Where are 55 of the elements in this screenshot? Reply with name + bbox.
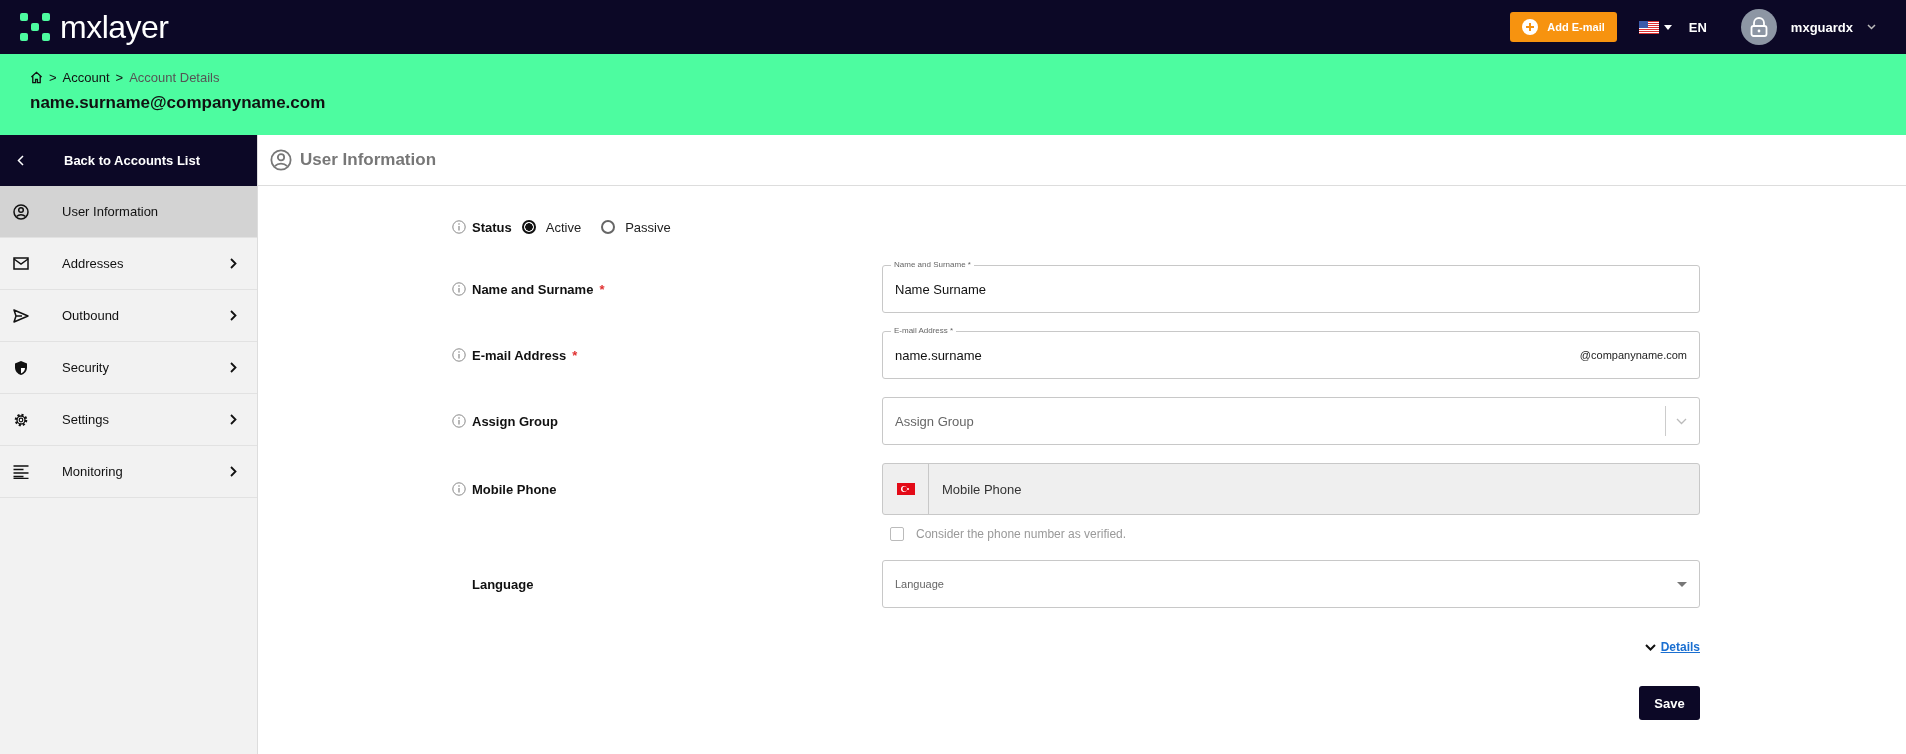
chevron-left-icon <box>17 155 24 166</box>
radio-option[interactable]: Active <box>521 219 582 235</box>
field-label: Mobile Phone <box>472 481 557 497</box>
breadcrumb-item[interactable]: Account <box>62 70 110 85</box>
info-icon[interactable] <box>452 348 466 362</box>
shield-icon <box>13 359 29 376</box>
field-label: Assign Group <box>472 413 558 429</box>
language-select[interactable]: Language <box>882 560 1700 608</box>
user-circle-icon <box>13 203 29 220</box>
user-name[interactable]: mxguardx <box>1790 19 1853 35</box>
gear-icon <box>13 411 29 428</box>
caret-icon[interactable] <box>1663 24 1672 30</box>
home-icon[interactable] <box>30 71 43 84</box>
user-circle-icon <box>270 149 292 171</box>
domain-suffix: @companyname.com <box>1579 349 1687 361</box>
field-label: Language <box>472 576 534 592</box>
save-button[interactable]: Save <box>1639 686 1700 720</box>
avatar-lock-icon[interactable] <box>1740 9 1777 45</box>
plus-circle-icon <box>1522 19 1539 35</box>
info-icon[interactable] <box>452 220 466 234</box>
section-title: User Information <box>300 150 437 170</box>
sidebar-item[interactable]: Addresses <box>0 238 257 290</box>
details-link[interactable]: Details <box>1644 640 1700 654</box>
chevron-down-icon[interactable] <box>1867 24 1876 30</box>
caret-icon <box>1677 581 1687 587</box>
group-select[interactable]: Assign Group <box>882 397 1700 445</box>
back-button[interactable]: Back to Accounts List <box>0 135 257 186</box>
breadcrumb-separator: > <box>49 70 57 85</box>
sidebar-item[interactable]: Security <box>0 342 257 394</box>
chevron-down-icon <box>1644 643 1656 651</box>
language-code[interactable]: EN <box>1688 19 1707 35</box>
chevron-down-icon <box>1676 417 1687 425</box>
required-mark: * <box>599 281 605 297</box>
flag-icon[interactable] <box>1638 20 1659 34</box>
info-icon[interactable] <box>452 414 466 428</box>
envelope-icon <box>13 257 29 270</box>
breadcrumb-item: Account Details <box>129 70 220 85</box>
field-label: Name and Surname <box>472 281 594 297</box>
required-mark: * <box>572 347 578 363</box>
sidebar-item[interactable]: User Information <box>0 186 257 238</box>
field-label: Status <box>472 219 512 235</box>
info-icon[interactable] <box>452 282 466 296</box>
radio-option[interactable]: Passive <box>601 219 671 235</box>
sidebar-item[interactable]: Settings <box>0 394 257 446</box>
floating-label: Name and Surname * <box>891 260 974 269</box>
logo-text: mxlayer <box>60 8 169 46</box>
page-title: name.surname@companyname.com <box>30 93 327 113</box>
sidebar-item[interactable]: Monitoring <box>0 446 257 498</box>
text-lines-icon <box>13 464 29 479</box>
floating-label: E-mail Address * <box>891 326 957 335</box>
field-label: E-mail Address <box>472 347 567 363</box>
breadcrumb-separator: > <box>115 70 124 85</box>
logo-icon <box>20 11 52 43</box>
sidebar-item[interactable]: Outbound <box>0 290 257 342</box>
send-icon <box>13 308 29 323</box>
